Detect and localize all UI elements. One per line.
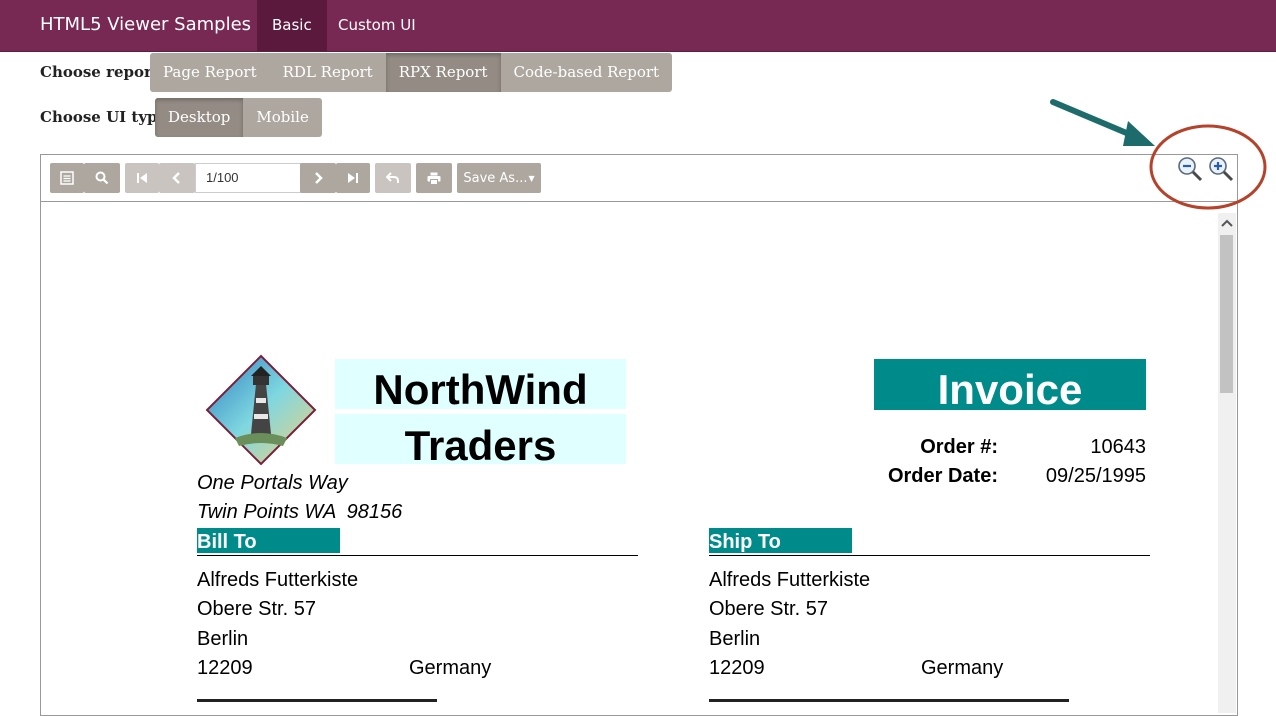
print-button[interactable]	[416, 163, 452, 193]
bill-to-name: Alfreds Futterkiste	[197, 569, 359, 591]
vertical-scrollbar[interactable]	[1218, 213, 1236, 713]
search-icon	[95, 171, 109, 185]
desktop-button[interactable]: Desktop	[155, 98, 244, 137]
bill-to-street: Obere Str. 57	[197, 598, 316, 620]
company-name-line1: NorthWind	[335, 359, 626, 413]
next-page-icon	[313, 172, 323, 184]
bill-to-divider	[197, 555, 638, 556]
toc-button[interactable]	[50, 163, 84, 193]
order-date-value: 09/25/1995	[1045, 465, 1146, 487]
page-report-button[interactable]: Page Report	[150, 53, 270, 92]
last-page-button[interactable]	[336, 163, 370, 193]
last-page-icon	[347, 172, 359, 184]
next-page-button[interactable]	[300, 163, 336, 193]
ship-to-name: Alfreds Futterkiste	[709, 569, 871, 591]
prev-page-button[interactable]	[159, 163, 195, 193]
ship-to-postal: 12209	[709, 657, 765, 679]
bill-to-postal: 12209	[197, 657, 253, 679]
zoom-out-icon[interactable]	[1175, 155, 1205, 190]
search-button[interactable]	[84, 163, 120, 193]
caret-down-icon: ▼	[528, 173, 535, 183]
scrollbar-thumb[interactable]	[1220, 235, 1233, 393]
ui-type-selector: Desktop Mobile	[155, 98, 322, 137]
invoice-title: Invoice	[874, 359, 1146, 413]
address-line1: One Portals Way	[197, 472, 348, 494]
first-page-button[interactable]	[125, 163, 159, 193]
report-type-selector: Page Report RDL Report RPX Report Code-b…	[150, 53, 673, 92]
ship-to-heading: Ship To	[709, 528, 852, 553]
first-page-icon	[136, 172, 148, 184]
order-number-value: 10643	[1090, 436, 1146, 458]
back-button[interactable]	[375, 163, 411, 193]
rpx-report-button[interactable]: RPX Report	[385, 53, 501, 92]
tab-custom-ui[interactable]: Custom UI	[323, 0, 431, 51]
code-based-report-button[interactable]: Code-based Report	[500, 53, 673, 92]
top-nav-bar: HTML5 Viewer Samples Basic Custom UI	[0, 0, 1276, 52]
mobile-button[interactable]: Mobile	[243, 98, 322, 137]
print-icon	[427, 172, 441, 185]
prev-page-icon	[172, 172, 182, 184]
save-as-dropdown[interactable]: Save As... ▼	[457, 163, 541, 193]
bill-to-city: Berlin	[197, 628, 249, 650]
ship-to-street: Obere Str. 57	[709, 598, 828, 620]
company-name-line2: Traders	[335, 414, 626, 469]
scroll-up-icon[interactable]	[1220, 215, 1234, 231]
bill-to-heading: Bill To	[197, 528, 340, 553]
ship-to-divider	[709, 555, 1150, 556]
page-number-input[interactable]: 1/100	[195, 163, 311, 193]
address-line2: Twin Points WA 98156	[197, 501, 403, 523]
save-as-label: Save As...	[463, 170, 528, 186]
back-icon	[386, 172, 400, 184]
brand-title[interactable]: HTML5 Viewer Samples	[40, 14, 251, 35]
bill-to-country: Germany	[409, 657, 492, 679]
company-logo	[205, 354, 317, 471]
ship-to-country: Germany	[921, 657, 1004, 679]
order-date-label: Order Date:	[887, 465, 998, 487]
annotation-arrow	[1050, 99, 1155, 146]
tab-basic[interactable]: Basic	[257, 0, 327, 51]
zoom-in-icon[interactable]	[1206, 155, 1236, 190]
rdl-report-button[interactable]: RDL Report	[269, 53, 386, 92]
toc-icon	[60, 171, 74, 185]
ship-to-city: Berlin	[709, 628, 761, 650]
order-number-label: Order #:	[920, 436, 998, 458]
viewer-toolbar: 1/100 Save As... ▼	[41, 155, 1237, 202]
